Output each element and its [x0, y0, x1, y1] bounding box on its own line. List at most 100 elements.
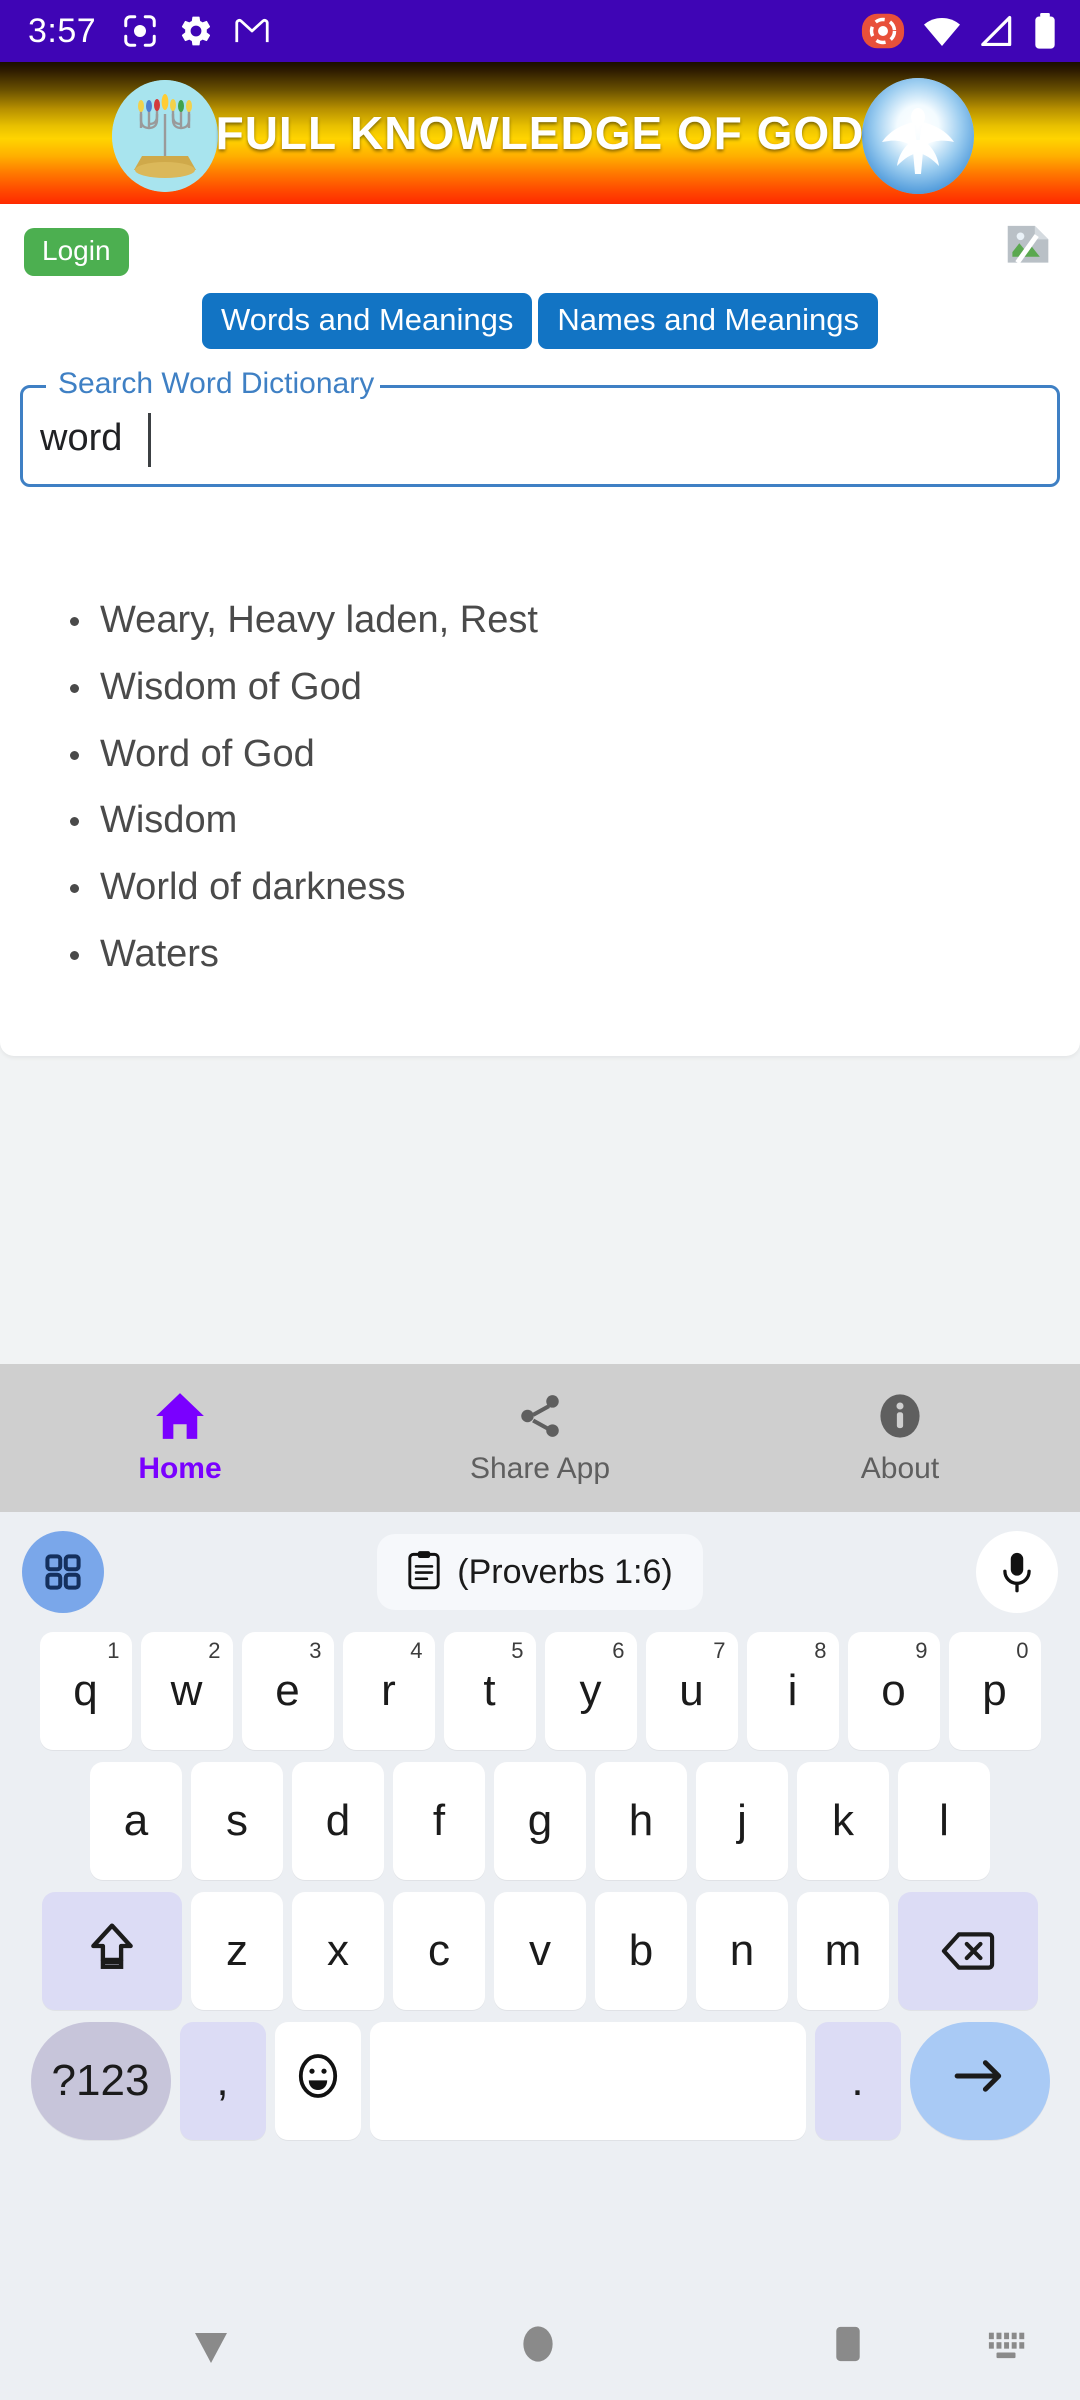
status-time: 3:57	[28, 11, 97, 50]
key-y[interactable]: 6 y	[544, 1632, 637, 1750]
app-banner: FULL KNOWLEDGE OF GOD	[0, 62, 1080, 204]
wifi-icon	[922, 13, 962, 49]
backspace-icon	[941, 1932, 995, 1970]
key-m[interactable]: m	[797, 1892, 889, 2010]
key-hint: 7	[713, 1638, 726, 1663]
list-item[interactable]: Word of God	[70, 733, 1080, 776]
keyboard-toolbar: (Proverbs 1:6)	[0, 1512, 1080, 1632]
nav-item-home[interactable]: Home	[0, 1364, 360, 1512]
key-e[interactable]: 3 e	[241, 1632, 334, 1750]
key-j[interactable]: j	[696, 1762, 788, 1880]
on-screen-keyboard: (Proverbs 1:6) 1 q 2 w 3 e 4 r 5 t 6 y 7…	[0, 1512, 1080, 2287]
recents-square-icon[interactable]	[825, 2321, 871, 2367]
key-d[interactable]: d	[292, 1762, 384, 1880]
comma-key[interactable]: ,	[179, 2022, 266, 2140]
key-q[interactable]: 1 q	[39, 1632, 132, 1750]
android-navigation-bar	[0, 2287, 1080, 2400]
clipboard-suggestion-text: (Proverbs 1:6)	[457, 1552, 673, 1591]
gmail-icon	[234, 16, 270, 46]
list-item[interactable]: Wisdom	[70, 800, 1080, 842]
key-g[interactable]: g	[494, 1762, 586, 1880]
key-h[interactable]: h	[595, 1762, 687, 1880]
key-label: r	[381, 1666, 396, 1715]
emoji-key[interactable]	[274, 2022, 361, 2140]
microphone-icon[interactable]	[976, 1531, 1058, 1613]
list-item[interactable]: Weary, Heavy laden, Rest	[70, 599, 1080, 642]
list-item[interactable]: Wisdom of God	[70, 666, 1080, 709]
share-icon	[513, 1391, 567, 1446]
key-label: u	[679, 1666, 704, 1715]
keyboard-row-4: ?123 , .	[0, 2022, 1080, 2140]
keyboard-row-1: 1 q 2 w 3 e 4 r 5 t 6 y 7 u 8 i 9 o 0 p	[0, 1632, 1080, 1750]
key-k[interactable]: k	[797, 1762, 889, 1880]
key-hint: 8	[814, 1638, 827, 1663]
keyboard-dismiss-icon[interactable]	[188, 2325, 234, 2369]
home-icon	[153, 1391, 207, 1446]
shift-key[interactable]	[42, 1892, 182, 2010]
key-t[interactable]: 5 t	[443, 1632, 536, 1750]
key-c[interactable]: c	[393, 1892, 485, 2010]
key-label: e	[275, 1666, 300, 1715]
clipboard-suggestion-chip[interactable]: (Proverbs 1:6)	[377, 1534, 703, 1610]
dove-logo	[862, 78, 974, 194]
shift-icon	[86, 1920, 138, 1983]
tab-names-and-meanings[interactable]: Names and Meanings	[538, 293, 878, 349]
key-a[interactable]: a	[90, 1762, 182, 1880]
key-hint: 1	[107, 1638, 120, 1663]
key-n[interactable]: n	[696, 1892, 788, 2010]
space-key[interactable]	[369, 2022, 806, 2140]
key-label: w	[170, 1666, 203, 1715]
key-label: o	[881, 1666, 906, 1715]
menorah-logo	[112, 80, 218, 192]
cellular-signal-icon	[978, 13, 1016, 49]
status-bar: 3:57	[0, 0, 1080, 62]
home-pill-icon[interactable]	[515, 2321, 561, 2367]
key-f[interactable]: f	[393, 1762, 485, 1880]
clipboard-icon	[407, 1550, 441, 1595]
login-button[interactable]: Login	[24, 228, 129, 276]
key-hint: 3	[309, 1638, 322, 1663]
nav-label-about: About	[860, 1451, 940, 1485]
tab-words-and-meanings[interactable]: Words and Meanings	[202, 293, 533, 349]
key-i[interactable]: 8 i	[746, 1632, 839, 1750]
nav-item-about[interactable]: About	[720, 1364, 1080, 1512]
key-o[interactable]: 9 o	[847, 1632, 940, 1750]
search-word-dictionary-field[interactable]: Search Word Dictionary	[20, 366, 1060, 487]
symbols-key[interactable]: ?123	[30, 2022, 171, 2140]
search-results-list: Weary, Heavy laden, Rest Wisdom of God W…	[0, 599, 1080, 1001]
key-b[interactable]: b	[595, 1892, 687, 2010]
key-s[interactable]: s	[191, 1762, 283, 1880]
nav-label-home: Home	[138, 1451, 222, 1485]
key-x[interactable]: x	[292, 1892, 384, 2010]
key-l[interactable]: l	[898, 1762, 990, 1880]
list-item[interactable]: World of darkness	[70, 866, 1080, 909]
key-w[interactable]: 2 w	[140, 1632, 233, 1750]
key-label: t	[483, 1666, 496, 1715]
key-p[interactable]: 0 p	[948, 1632, 1041, 1750]
key-z[interactable]: z	[191, 1892, 283, 2010]
key-u[interactable]: 7 u	[645, 1632, 738, 1750]
status-left-icon-group	[122, 13, 270, 49]
keyboard-row-3: z x c v b n m	[0, 1892, 1080, 2010]
enter-key[interactable]	[909, 2022, 1050, 2140]
list-item[interactable]: Waters	[70, 933, 1080, 976]
screen-record-icon	[122, 13, 158, 49]
key-hint: 4	[410, 1638, 423, 1663]
key-v[interactable]: v	[494, 1892, 586, 2010]
search-field-label: Search Word Dictionary	[52, 366, 381, 402]
nav-item-share-app[interactable]: Share App	[360, 1364, 720, 1512]
key-hint: 0	[1016, 1638, 1029, 1663]
key-label: i	[787, 1666, 798, 1715]
phone-screen: 3:57 FULL KNOWLEDGE OF GOD Login Words a…	[0, 0, 1080, 2400]
keyboard-switch-icon[interactable]	[985, 2327, 1027, 2365]
key-r[interactable]: 4 r	[342, 1632, 435, 1750]
period-key[interactable]: .	[814, 2022, 901, 2140]
search-input[interactable]	[38, 407, 1032, 469]
keyboard-row-2: a s d f g h j k l	[0, 1762, 1080, 1880]
key-hint: 5	[511, 1638, 524, 1663]
key-hint: 6	[612, 1638, 625, 1663]
app-grid-icon[interactable]	[22, 1531, 104, 1613]
key-hint: 9	[915, 1638, 928, 1663]
backspace-key[interactable]	[898, 1892, 1038, 2010]
tab-row: Words and Meanings Names and Meanings	[0, 293, 1080, 349]
